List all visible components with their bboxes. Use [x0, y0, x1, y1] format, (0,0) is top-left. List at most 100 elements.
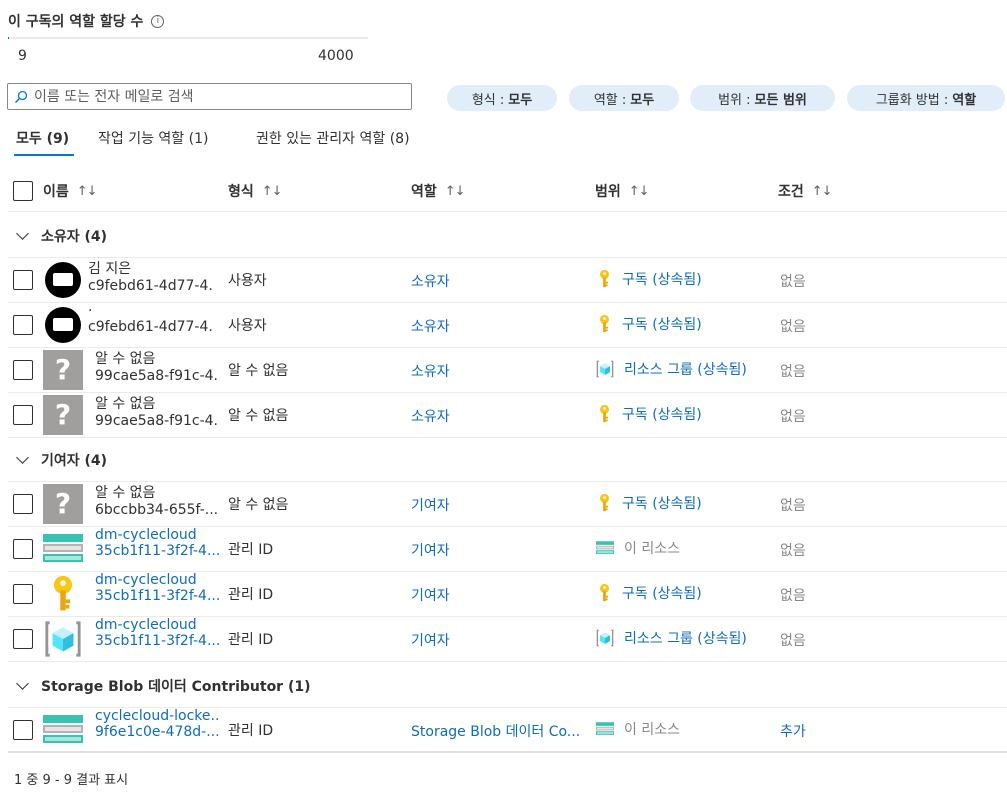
scope-cell[interactable]: 구독 (상속됨) — [595, 269, 702, 289]
principal-name-cell[interactable]: dm-cyclecloud 35cb1f11-3f2f-4... — [95, 617, 219, 649]
column-header-type[interactable]: 형식 ↑↓ — [228, 181, 283, 201]
role-link[interactable]: 기여자 — [411, 585, 583, 605]
role-link[interactable]: 기여자 — [411, 540, 583, 560]
role-link[interactable]: 소유자 — [411, 361, 583, 381]
group-header-row[interactable]: 소유자 (4) — [16, 226, 107, 246]
row-checkbox[interactable] — [13, 628, 33, 649]
chevron-down-icon[interactable] — [16, 227, 29, 240]
group-label: 기여자 (4) — [41, 453, 108, 469]
row-checkbox[interactable] — [13, 404, 33, 425]
filter-scope-value: 모든 범위 — [754, 92, 807, 108]
role-link[interactable]: 기여자 — [411, 630, 583, 650]
principal-display-name: dm-cyclecloud — [95, 616, 197, 633]
table-row[interactable]: dm-cyclecloud 35cb1f11-3f2f-4... 관리 ID 기여… — [0, 526, 1007, 571]
scope-cell[interactable]: 구독 (상속됨) — [595, 493, 702, 513]
table-row[interactable]: dm-cyclecloud 35cb1f11-3f2f-4... 관리 ID 기여… — [0, 571, 1007, 616]
scope-cell[interactable]: 리소스 그룹 (상속됨) — [595, 628, 747, 648]
row-checkbox[interactable] — [13, 583, 33, 604]
principal-name-cell: 알 수 없음 6bccbb34-655f-... — [95, 482, 219, 518]
key-icon — [43, 574, 83, 614]
scope-cell[interactable]: 구독 (상속됨) — [595, 314, 702, 334]
principal-object-id: 99cae5a8-f91c-4... — [95, 367, 219, 384]
table-row[interactable]: cyclecloud-locke... 9f6e1c0e-478d-... 관리… — [0, 707, 1007, 752]
role-link[interactable]: 소유자 — [411, 406, 583, 426]
principal-name-cell: 알 수 없음 99cae5a8-f91c-4... — [95, 348, 219, 384]
principal-name-cell: · c9febd61-4d77-4... — [88, 303, 212, 335]
scope-label: 구독 (상속됨) — [622, 495, 702, 512]
role-link[interactable]: 소유자 — [411, 271, 583, 291]
principal-name-cell[interactable]: dm-cyclecloud 35cb1f11-3f2f-4... — [95, 572, 219, 604]
role-link[interactable]: Storage Blob 데이터 Co... — [411, 721, 583, 741]
chevron-down-icon[interactable] — [16, 677, 29, 690]
column-header-condition[interactable]: 조건 ↑↓ — [778, 181, 833, 201]
quota-progress-fill — [8, 37, 9, 39]
principal-display-name: 알 수 없음 — [95, 484, 156, 501]
principal-object-id: 35cb1f11-3f2f-4... — [95, 542, 219, 559]
table-row[interactable]: 김 지은 c9febd61-4d77-4... 사용자 소유자 구독 (상속됨) 없음 — [0, 257, 1007, 302]
table-bottom-divider — [8, 751, 1007, 753]
row-checkbox[interactable] — [13, 359, 33, 380]
search-box[interactable] — [7, 83, 412, 110]
tab-privileged-admin-roles[interactable]: 권한 있는 관리자 역할 (8) — [256, 128, 410, 148]
scope-label: 구독 (상속됨) — [622, 585, 702, 602]
group-header-row[interactable]: 기여자 (4) — [16, 450, 108, 470]
select-all-checkbox[interactable] — [13, 181, 33, 201]
scope-cell: 이 리소스 — [595, 538, 680, 558]
condition-cell: 없음 — [780, 318, 806, 335]
column-header-scope[interactable]: 범위 ↑↓ — [595, 181, 650, 201]
table-row[interactable]: dm-cyclecloud 35cb1f11-3f2f-4... 관리 ID 기여… — [0, 616, 1007, 661]
filter-type-pill[interactable]: 형식 : 모두 — [447, 85, 557, 111]
scope-cell[interactable]: 구독 (상속됨) — [595, 404, 702, 424]
principal-object-id: 35cb1f11-3f2f-4... — [95, 587, 219, 604]
condition-cell[interactable]: 추가 — [780, 721, 806, 741]
type-cell: 관리 ID — [228, 722, 274, 739]
scope-label: 리소스 그룹 (상속됨) — [624, 361, 747, 378]
resource-group-icon — [595, 360, 615, 378]
search-input[interactable] — [34, 88, 404, 105]
key-icon — [595, 493, 613, 513]
row-checkbox[interactable] — [13, 314, 33, 335]
role-assignment-quota-title: 이 구독의 역할 할당 수 i — [8, 11, 165, 31]
filter-role-pill[interactable]: 역할 : 모두 — [569, 85, 679, 111]
role-link[interactable]: 기여자 — [411, 495, 583, 515]
info-icon[interactable]: i — [151, 14, 165, 28]
storage-icon — [595, 721, 615, 736]
column-header-role[interactable]: 역할 ↑↓ — [411, 181, 466, 201]
filter-scope-pill[interactable]: 범위 : 모든 범위 — [690, 85, 835, 111]
row-divider — [8, 437, 1007, 438]
user-avatar — [43, 305, 83, 345]
table-row[interactable]: ? 알 수 없음 99cae5a8-f91c-4... 알 수 없음 소유자 리소스… — [0, 347, 1007, 392]
quota-progress-bar — [8, 37, 368, 39]
sort-icon: ↑↓ — [261, 183, 283, 199]
group-header-row[interactable]: Storage Blob 데이터 Contributor (1) — [16, 676, 311, 696]
key-icon — [595, 404, 613, 424]
filter-role-value: 모두 — [630, 92, 655, 108]
chevron-down-icon[interactable] — [16, 451, 29, 464]
unknown-principal-avatar: ? — [43, 483, 83, 524]
table-row[interactable]: · c9febd61-4d77-4... 사용자 소유자 구독 (상속됨) 없음 — [0, 302, 1007, 347]
table-row[interactable]: ? 알 수 없음 99cae5a8-f91c-4... 알 수 없음 소유자 구독 … — [0, 392, 1007, 437]
storage-account-icon — [43, 529, 83, 569]
scope-cell[interactable]: 구독 (상속됨) — [595, 583, 702, 603]
tab-all[interactable]: 모두 (9) — [16, 128, 69, 148]
principal-name-cell[interactable]: cyclecloud-locke... 9f6e1c0e-478d-... — [95, 708, 219, 740]
row-checkbox[interactable] — [13, 538, 33, 559]
row-checkbox[interactable] — [13, 719, 33, 740]
column-header-name[interactable]: 이름 ↑↓ — [43, 181, 98, 201]
type-cell: 알 수 없음 — [228, 362, 289, 379]
key-icon — [595, 269, 613, 289]
principal-name-cell[interactable]: dm-cyclecloud 35cb1f11-3f2f-4... — [95, 527, 219, 559]
sort-icon: ↑↓ — [444, 183, 466, 199]
filter-groupby-pill[interactable]: 그룹화 방법 : 역할 — [847, 85, 1005, 111]
row-checkbox[interactable] — [13, 269, 33, 290]
type-cell: 관리 ID — [228, 541, 274, 558]
tab-job-function-roles[interactable]: 작업 기능 역할 (1) — [98, 128, 208, 148]
scope-cell[interactable]: 리소스 그룹 (상속됨) — [595, 359, 747, 379]
table-row[interactable]: ? 알 수 없음 6bccbb34-655f-... 알 수 없음기여자 구독 (… — [0, 481, 1007, 526]
storage-account-icon — [43, 710, 83, 750]
role-link[interactable]: 소유자 — [411, 316, 583, 336]
scope-label: 이 리소스 — [624, 721, 680, 738]
row-checkbox[interactable] — [13, 493, 33, 514]
principal-display-name: 알 수 없음 — [95, 395, 156, 412]
principal-display-name: dm-cyclecloud — [95, 571, 197, 588]
